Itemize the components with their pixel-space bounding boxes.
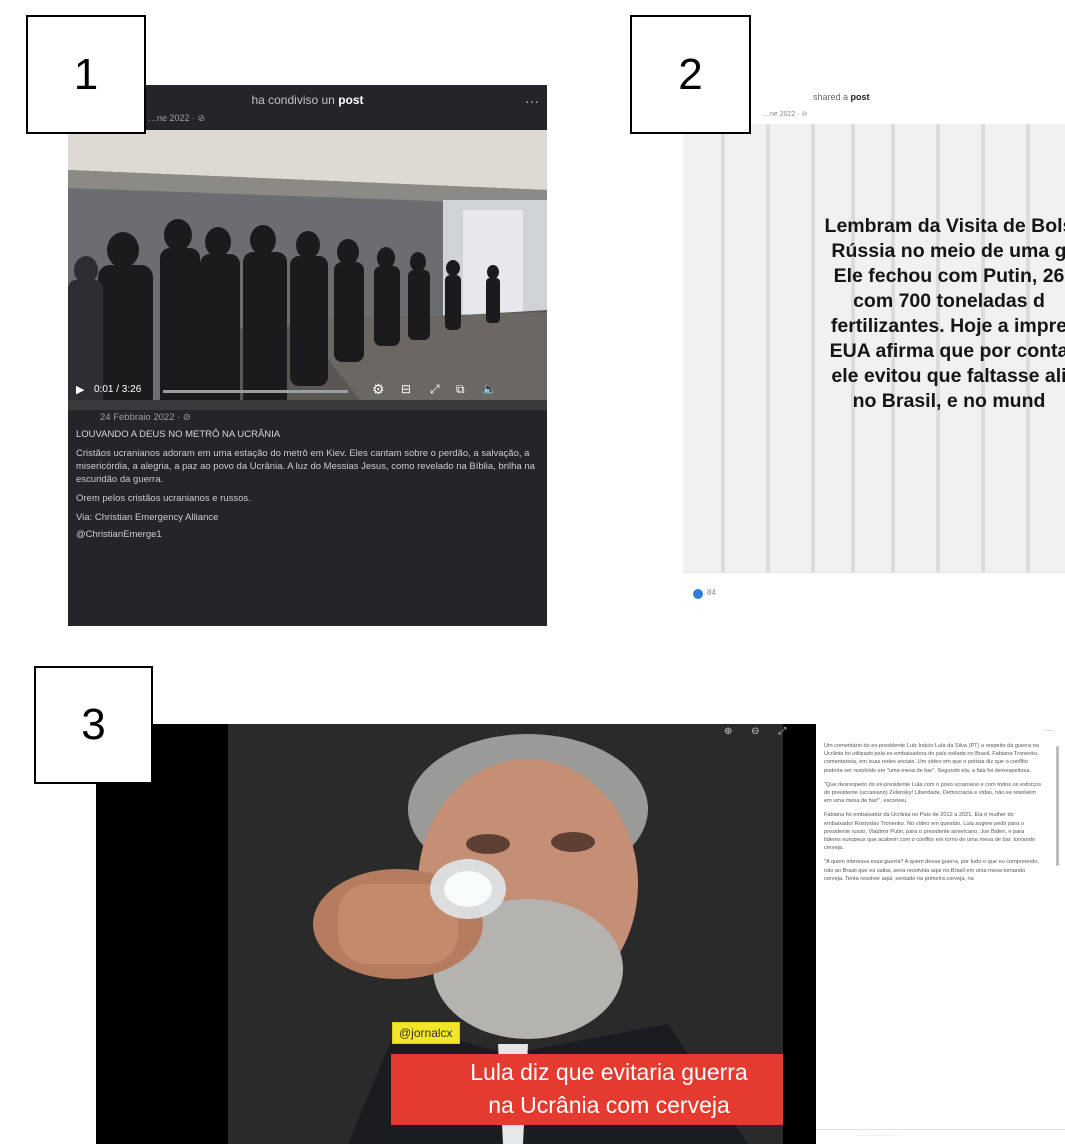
source-handle-badge: @jornalcx [392,1022,460,1044]
article-paragraph: "Que desrespeito do ex-presidente Lula c… [824,781,1042,805]
panel-1-video-post: ha condiviso un post …ne 2022 · ⊘ ··· ▶ … [68,85,547,626]
more-options-icon[interactable]: ··· [1045,726,1053,735]
zoom-controls[interactable]: ⊕ ⊖ ⤢ [724,726,794,737]
post-caption: 24 Febbraio 2022 · ⊘ LOUVANDO A DEUS NO … [76,411,542,541]
header-link[interactable]: post [338,93,363,107]
post-body: Cristãos ucranianos adoram em uma estaçã… [76,448,535,485]
meme-line: no Brasil, e no mund [852,390,1046,412]
headline-line-1: Lula diz que evitaria guerra [470,1059,748,1085]
progress-bar[interactable] [163,390,348,393]
header-link[interactable]: post [851,92,870,102]
like-icon[interactable] [693,589,703,599]
meme-line: Lembram da Visita de Bols [824,215,1065,237]
post-line2: Orem pelos cristãos ucranianos e russos. [76,493,251,504]
article-paragraph: Um comentário do ex-presidente Luiz Inác… [824,743,1039,774]
header-text: shared a [813,92,849,102]
post-header-title: shared a post [813,92,870,102]
meme-line: Rússia no meio de uma g [831,240,1065,262]
article-footer: · · · · · · · · · · · · · · [816,1129,1065,1144]
volume-icon[interactable]: 🔈 [482,382,497,396]
more-options-icon[interactable]: ··· [525,93,539,109]
post-date-top: …ne 2022 · ⊘ [763,111,808,118]
panel-number-1: 1 [26,15,146,134]
panel-number-2: 2 [630,15,751,134]
play-icon[interactable]: ▶ [76,383,84,396]
post-via: Via: Christian Emergency Alliance [76,512,219,523]
article-paragraph: "A quem interessa essa guerra? A quem de… [824,859,1039,882]
pip-icon[interactable]: ⧉ [456,382,465,397]
headline-banner: Lula diz que evitaria guerra na Ucrânia … [391,1054,783,1125]
reaction-count[interactable]: 84 [707,588,716,597]
captions-icon[interactable]: ⊟ [401,382,411,396]
video-time: 0:01 / 3:26 [94,384,142,395]
article-paragraph: Fabiana foi embaixatriz da Ucrânia no Pa… [824,812,1036,852]
scrollbar[interactable] [1056,746,1059,866]
header-text: ha condiviso un [251,93,335,107]
panel-2-text-post: shared a post …ne 2022 · ⊘ Lembram da Vi… [683,80,1065,610]
metro-crowd-image [68,130,547,410]
meme-line: Ele fechou com Putin, 26 [833,265,1065,287]
post-date: 24 Febbraio 2022 · ⊘ [100,412,191,423]
fullscreen-icon[interactable]: ⤢ [430,382,440,397]
meme-line: ele evitou que faltasse ali [831,365,1065,387]
headline-line-2: na Ucrânia com cerveja [488,1092,730,1118]
text-image: Lembram da Visita de Bols Rússia no meio… [683,124,1065,594]
video-controls: ▶ 0:01 / 3:26 ⚙ ⊟ ⤢ ⧉ 🔈 [68,377,547,405]
article-text: Um comentário do ex-presidente Luiz Inác… [824,742,1042,889]
footer-text: · · · · · · · · · · · · · · [856,1133,898,1139]
meme-line: fertilizantes. Hoje a impre [830,315,1065,337]
meme-line: com 700 toneladas d [853,290,1045,312]
post-handle[interactable]: @ChristianEmerge1 [76,528,542,541]
video-player[interactable] [68,130,547,410]
meme-line: EUA afirma que por conta [829,340,1065,362]
post-date-top: …ne 2022 · ⊘ [148,113,206,123]
settings-icon[interactable]: ⚙ [372,381,385,398]
article-side-panel: ··· Um comentário do ex-presidente Luiz … [816,724,1065,1144]
post-footer: 84 [683,572,1065,610]
news-video-frame[interactable]: @jornalcx Lula diz que evitaria guerra n… [228,724,783,1144]
panel-number-3: 3 [34,666,153,784]
post-title: LOUVANDO A DEUS NO METRÔ NA UCRÂNIA [76,429,281,440]
meme-text: Lembram da Visita de Bols Rússia no meio… [683,214,1065,414]
panel-3-news-post: @jornalcx Lula diz que evitaria guerra n… [96,724,1065,1144]
